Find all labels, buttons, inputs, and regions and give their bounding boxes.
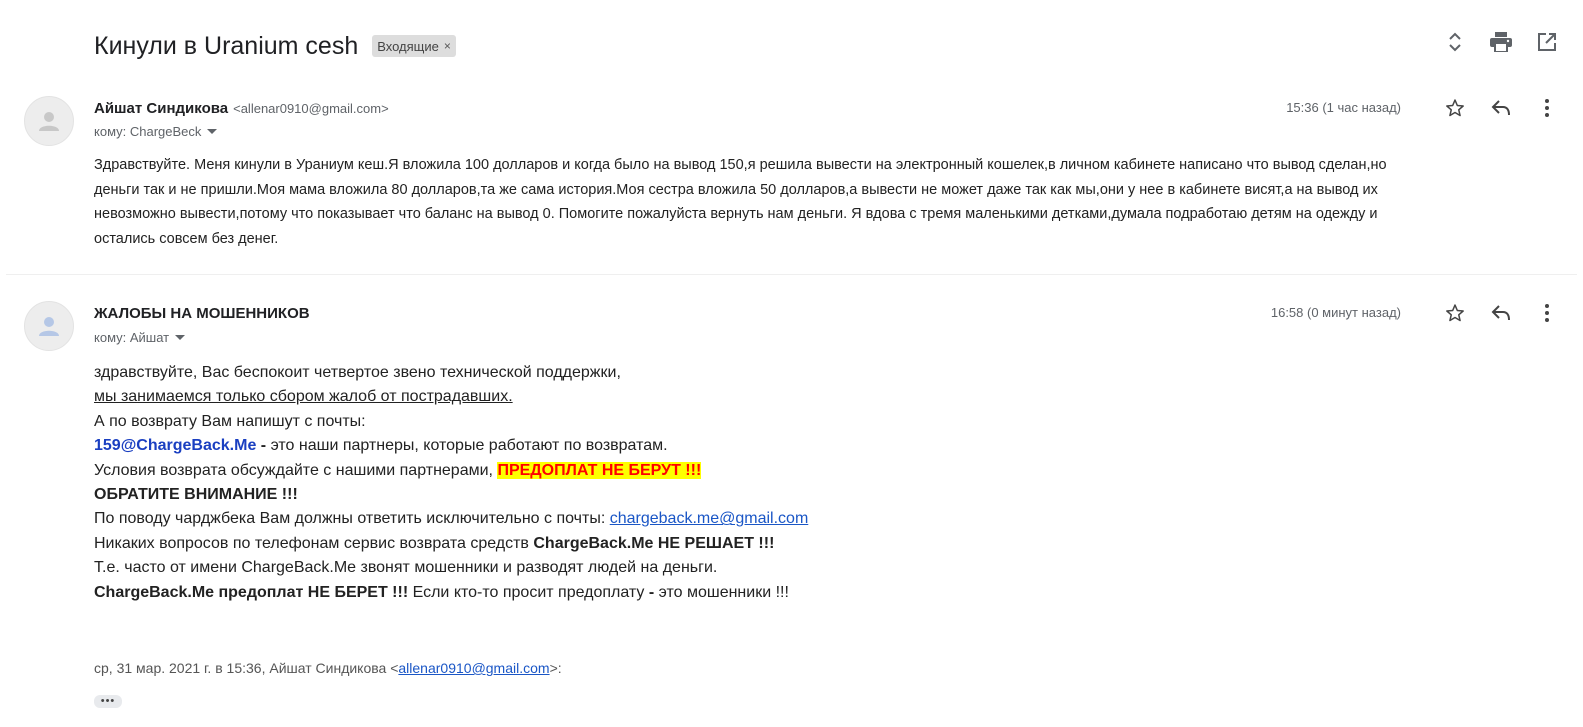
quoted-header: ср, 31 мар. 2021 г. в 15:36, Айшат Синди… [94,660,562,676]
star-icon[interactable] [1443,301,1467,325]
sender-avatar[interactable] [24,96,74,146]
reply-icon[interactable] [1489,301,1513,325]
show-trimmed-content-button[interactable]: ••• [94,695,122,708]
partner-email: 159@ChargeBack.Me [94,437,257,455]
label-text: Входящие [377,38,439,54]
body-line: остались совсем без денег. [94,230,279,247]
body-line: невозможно вывести,потому что показывает… [94,206,1378,222]
body-line: Здравствуйте. Меня кинули в Ураниум кеш.… [94,157,1387,173]
message-1-body: Здравствуйте. Меня кинули в Ураниум кеш.… [94,153,1534,251]
body-text: По поводу чарджбека Вам должны ответить … [94,510,610,528]
support-email-link[interactable]: chargeback.me@gmail.com [610,510,809,527]
quote-suffix: >: [549,660,562,676]
print-icon[interactable] [1489,30,1513,54]
highlighted-warning: ПРЕДОПЛАТ НЕ БЕРУТ !!! [497,461,702,479]
expand-all-icon[interactable] [1443,30,1467,54]
sender-avatar[interactable] [24,301,74,351]
email-thread-view: Кинули в Uranium cesh Входящие × Айшат С… [0,0,1583,727]
body-text: это мошенники !!! [654,583,789,601]
inbox-label-chip[interactable]: Входящие × [372,35,456,57]
message-2-body: здравствуйте, Вас беспокоит четвертое зв… [94,361,1394,605]
bold-text: ChargeBack.Me НЕ РЕШАЕТ !!! [533,534,775,552]
open-new-window-icon[interactable] [1535,30,1559,54]
message-2-actions [1443,301,1559,325]
message-1-recipients: кому: ChargeBeck [94,124,218,139]
bold-text: ChargeBack.Me предоплат НЕ БЕРЕТ !!! [94,583,409,601]
thread-actions [1443,30,1559,54]
sender-name[interactable]: Айшат Синдикова [94,100,228,117]
recipient-details-caret-icon[interactable] [207,129,218,134]
remove-label-icon[interactable]: × [444,39,451,53]
message-1-time: 15:36 (1 час назад) [1286,100,1401,115]
sender-email: <allenar0910@gmail.com> [233,101,389,116]
body-text: Условия возврата обсуждайте с нашими пар… [94,461,498,479]
body-line: здравствуйте, Вас беспокоит четвертое зв… [94,364,621,381]
body-text: Если кто-то просит предоплату [408,583,649,601]
body-text: Никаких вопросов по телефонам сервис воз… [94,534,534,552]
quote-prefix: ср, 31 мар. 2021 г. в 15:36, Айшат Синди… [94,660,399,676]
quote-email-link[interactable]: allenar0910@gmail.com [398,660,549,676]
body-line: По поводу чарджбека Вам должны ответить … [94,507,1394,531]
thread-header: Кинули в Uranium cesh Входящие × [94,26,456,66]
more-options-icon[interactable] [1535,301,1559,325]
dash: - [256,437,271,455]
body-line: Условия возврата обсуждайте с нашими пар… [94,459,1394,483]
body-line: Т.е. часто от имени ChargeBack.Me звонят… [94,559,718,577]
recipient-text: кому: Айшат [94,330,170,345]
body-line: 159@ChargeBack.Me - это наши партнеры, к… [94,434,1394,458]
message-2-sender: ЖАЛОБЫ НА МОШЕННИКОВ [94,305,310,322]
body-line: Никаких вопросов по телефонам сервис воз… [94,532,1394,556]
message-divider [6,274,1577,275]
message-2-time: 16:58 (0 минут назад) [1270,305,1401,320]
recipient-text: кому: ChargeBeck [94,124,202,139]
message-2-recipients: кому: Айшат [94,330,186,345]
body-text: это наши партнеры, которые работают по в… [270,437,668,455]
more-options-icon[interactable] [1535,96,1559,120]
thread-subject: Кинули в Uranium cesh [94,31,359,60]
body-line: ChargeBack.Me предоплат НЕ БЕРЕТ !!! Есл… [94,581,1394,605]
reply-icon[interactable] [1489,96,1513,120]
attention-heading: ОБРАТИТЕ ВНИМАНИЕ !!! [94,486,298,504]
body-line-underlined: мы занимаемся только сбором жалоб от пос… [94,388,513,406]
recipient-details-caret-icon[interactable] [175,335,186,340]
message-1-actions [1443,96,1559,120]
message-1-sender: Айшат Синдикова <allenar0910@gmail.com> [94,100,389,117]
star-icon[interactable] [1443,96,1467,120]
body-line: А по возврату Вам напишут с почты: [94,412,366,430]
body-line: деньги так и не пришли.Моя мама вложила … [94,181,1378,198]
sender-name[interactable]: ЖАЛОБЫ НА МОШЕННИКОВ [94,305,310,322]
